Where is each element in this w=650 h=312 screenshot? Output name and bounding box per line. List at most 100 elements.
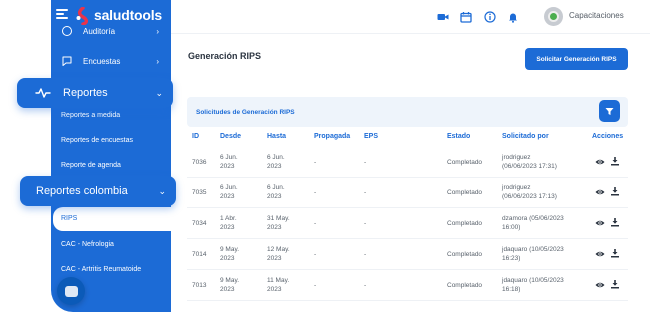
cell-id: 7014 — [192, 251, 207, 258]
cell-desde-date: 9 May. — [220, 246, 240, 253]
cell-hasta-year: 2023 — [267, 163, 282, 170]
cell-hasta-date: 11 May. — [267, 277, 290, 284]
chevron-right-icon: › — [156, 56, 159, 66]
pulse-icon — [35, 88, 51, 98]
chat-support-button[interactable] — [57, 277, 85, 305]
table-row[interactable] — [187, 148, 628, 178]
cell-propagada: - — [314, 220, 317, 227]
sidebar-item-label: Auditoría — [83, 26, 116, 36]
cell-desde-year: 2023 — [220, 255, 235, 262]
col-header-propagada[interactable]: Propagada — [314, 133, 350, 140]
cell-estado: Completado — [447, 282, 483, 289]
cell-solicitado-line1: jdaquaro (10/05/2023 — [502, 277, 564, 284]
view-eye-icon[interactable] — [595, 157, 605, 167]
cell-eps: - — [364, 189, 367, 196]
cell-propagada: - — [314, 189, 317, 196]
cell-desde-date: 6 Jun. — [220, 154, 238, 161]
view-eye-icon[interactable] — [595, 187, 605, 197]
sidebar-item-label: Reportes colombia — [36, 185, 128, 197]
download-icon[interactable] — [610, 186, 620, 196]
cell-desde-date: 6 Jun. — [220, 184, 238, 191]
bell-icon[interactable] — [507, 11, 519, 23]
sidebar-item-reportes[interactable]: Reportes ⌄ — [17, 78, 173, 108]
cell-solicitado-line2: 16:23) — [502, 255, 521, 262]
download-icon[interactable] — [610, 217, 620, 227]
cell-hasta-date: 12 May. — [267, 246, 290, 253]
video-icon[interactable] — [437, 11, 449, 23]
avatar[interactable] — [544, 7, 563, 26]
sidebar-sub-rips[interactable]: RIPS — [61, 215, 77, 222]
cell-desde-date: 1 Abr. — [220, 215, 237, 222]
col-header-hasta[interactable]: Hasta — [267, 133, 286, 140]
download-icon[interactable] — [610, 248, 620, 258]
chat-icon — [64, 285, 78, 297]
view-eye-icon[interactable] — [595, 218, 605, 228]
col-header-desde[interactable]: Desde — [220, 133, 241, 140]
cell-propagada: - — [314, 251, 317, 258]
col-header-estado[interactable]: Estado — [447, 133, 470, 140]
download-icon[interactable] — [610, 156, 620, 166]
cell-eps: - — [364, 251, 367, 258]
cell-eps: - — [364, 159, 367, 166]
cell-estado: Completado — [447, 159, 483, 166]
sidebar: saludtools Auditoría › Encuestas › Repor… — [51, 0, 171, 312]
chevron-right-icon: › — [156, 26, 159, 36]
cell-desde-year: 2023 — [220, 163, 235, 170]
download-icon[interactable] — [610, 279, 620, 289]
cell-hasta-year: 2023 — [267, 224, 282, 231]
request-rips-button[interactable]: Solicitar Generación RIPS — [525, 48, 628, 70]
view-eye-icon[interactable] — [595, 249, 605, 259]
cell-solicitado-line1: dzamora (05/06/2023 — [502, 215, 564, 222]
cell-solicitado-line1: jrodriguez — [502, 184, 531, 191]
sidebar-item-encuestas[interactable]: Encuestas › — [51, 50, 171, 72]
avatar-image — [548, 11, 559, 22]
top-bar: Capacitaciones — [171, 0, 650, 34]
sidebar-sub-cac-artritis[interactable]: CAC - Artritis Reumatoide — [61, 266, 141, 273]
view-eye-icon[interactable] — [595, 280, 605, 290]
user-name[interactable]: Capacitaciones — [569, 11, 624, 20]
shield-icon — [62, 26, 72, 36]
cell-hasta-date: 31 May. — [267, 215, 290, 222]
cell-propagada: - — [314, 282, 317, 289]
cell-solicitado-line2: (06/06/2023 17:13) — [502, 193, 557, 200]
col-header-id[interactable]: ID — [192, 133, 199, 140]
sidebar-sub-reportes-encuestas[interactable]: Reportes de encuestas — [61, 137, 133, 144]
cell-hasta-year: 2023 — [267, 255, 282, 262]
cell-eps: - — [364, 282, 367, 289]
cell-id: 7036 — [192, 159, 207, 166]
cell-desde-date: 9 May. — [220, 277, 240, 284]
card-title: Solicitudes de Generación RIPS — [196, 109, 295, 116]
col-header-acciones: Acciones — [592, 133, 624, 140]
cell-solicitado-line2: 16:00) — [502, 224, 521, 231]
sidebar-item-reportes-colombia[interactable]: Reportes colombia ⌄ — [20, 176, 176, 206]
sidebar-item-label: Reportes — [63, 87, 108, 99]
cell-hasta-date: 6 Jun. — [267, 184, 285, 191]
info-icon[interactable] — [484, 11, 496, 23]
sidebar-item-auditoria[interactable]: Auditoría › — [51, 21, 171, 41]
cell-estado: Completado — [447, 189, 483, 196]
cell-id: 7013 — [192, 282, 207, 289]
cell-desde-year: 2023 — [220, 193, 235, 200]
menu-toggle-icon[interactable] — [56, 9, 68, 19]
cell-hasta-year: 2023 — [267, 286, 282, 293]
table-row[interactable] — [187, 178, 628, 208]
filter-button[interactable] — [599, 100, 620, 122]
sidebar-sub-reporte-agenda[interactable]: Reporte de agenda — [61, 162, 121, 169]
calendar-icon[interactable] — [460, 11, 472, 23]
cell-estado: Completado — [447, 220, 483, 227]
cell-eps: - — [364, 220, 367, 227]
cell-propagada: - — [314, 159, 317, 166]
cell-desde-year: 2023 — [220, 286, 235, 293]
col-header-solicitado[interactable]: Solicitado por — [502, 133, 549, 140]
sidebar-sub-cac-nefrologia[interactable]: CAC - Nefrologia — [61, 241, 114, 248]
chevron-down-icon: ⌄ — [158, 185, 166, 196]
cell-solicitado-line1: jrodriguez — [502, 154, 531, 161]
app-root: saludtools Auditoría › Encuestas › Repor… — [0, 0, 650, 312]
col-header-eps[interactable]: EPS — [364, 133, 378, 140]
cell-id: 7034 — [192, 220, 207, 227]
sidebar-sub-reportes-medida[interactable]: Reportes a medida — [61, 112, 120, 119]
chevron-down-icon: ⌄ — [155, 87, 163, 98]
cell-hasta-year: 2023 — [267, 193, 282, 200]
cell-id: 7035 — [192, 189, 207, 196]
filter-icon — [605, 107, 614, 115]
